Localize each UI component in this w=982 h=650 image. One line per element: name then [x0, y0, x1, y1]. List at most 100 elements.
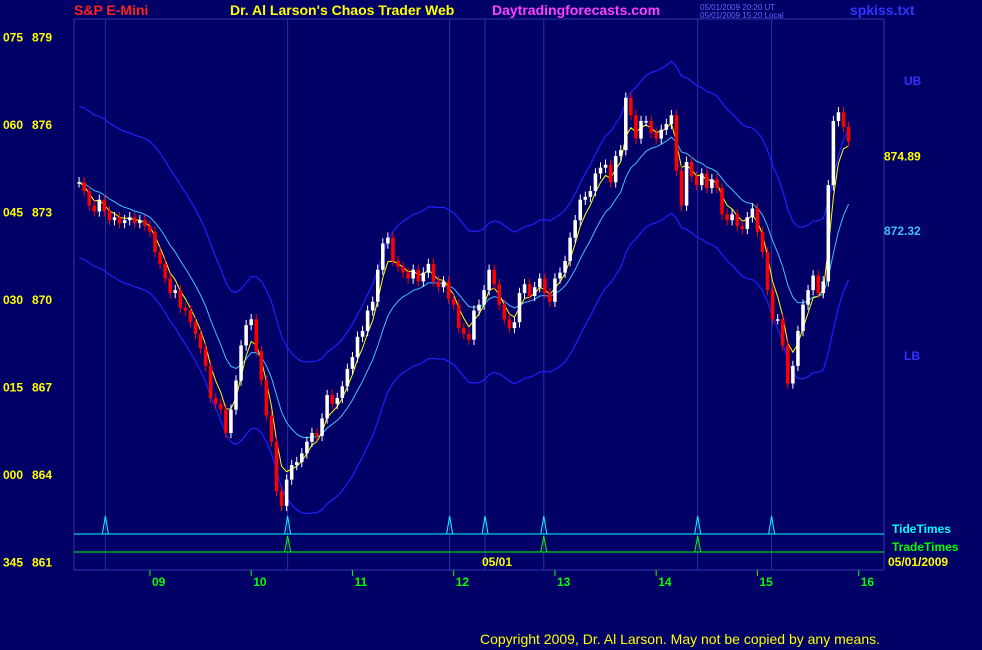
candle-body-41: [284, 479, 289, 506]
candle-body-25: [203, 348, 208, 366]
candle-body-21: [183, 307, 188, 311]
symbol-title: S&P E-Mini: [74, 2, 149, 18]
candle-body-55: [355, 336, 360, 358]
candle-body-46: [310, 432, 314, 442]
date-marker-label: 05/01: [482, 555, 512, 569]
candle-body-19: [173, 290, 178, 294]
candle-body-99: [578, 199, 583, 221]
candle-body-33: [244, 325, 248, 346]
candle-body-138: [775, 319, 780, 321]
candle-body-151: [841, 112, 846, 127]
y-tick-value-2: 873: [32, 205, 52, 219]
site-title: Daytradingforecasts.com: [492, 2, 661, 18]
candle-body-131: [740, 225, 745, 229]
candle-body-126: [715, 179, 719, 189]
candle-body-142: [796, 330, 800, 366]
x-tick-label-5: 14: [658, 575, 672, 589]
candle-body-15: [153, 231, 157, 253]
candle-body-101: [588, 191, 593, 197]
candle-body-127: [720, 188, 724, 215]
candle-body-78: [472, 310, 476, 340]
date-right-label: 05/01/2009: [888, 555, 948, 569]
mid-price-label: 872.32: [884, 224, 921, 238]
candle-body-149: [831, 121, 836, 186]
candle-body-60: [381, 243, 385, 270]
x-tick-label-6: 15: [759, 575, 773, 589]
candle-body-59: [375, 269, 380, 302]
candle-body-137: [770, 290, 775, 320]
candle-body-113: [649, 121, 653, 133]
last-price-label: 874.89: [884, 149, 921, 163]
candle-body-23: [193, 322, 198, 334]
candle-body-116: [664, 123, 669, 130]
candle-body-105: [608, 164, 613, 183]
y-tick-value-6: 861: [32, 555, 52, 569]
candle-body-119: [679, 170, 684, 206]
candle-body-130: [735, 214, 739, 226]
candle-body-135: [760, 231, 765, 253]
slow-ma-line: [78, 136, 850, 439]
candle-body-77: [467, 333, 471, 340]
candle-body-107: [618, 150, 623, 157]
y-tick-left-2: 045: [3, 205, 23, 219]
candle-body-103: [598, 167, 603, 174]
candle-body-87: [517, 293, 522, 323]
candle-body-6: [107, 211, 112, 221]
candle-body-145: [811, 275, 815, 291]
candle-body-95: [558, 272, 562, 279]
ub-label: UB: [904, 74, 922, 88]
candle-body-28: [219, 403, 223, 410]
candle-body-152: [846, 126, 851, 142]
candle-body-40: [279, 491, 284, 506]
candle-body-1: [82, 182, 86, 192]
x-tick-label-4: 13: [557, 575, 571, 589]
y-tick-value-3: 870: [32, 293, 52, 307]
candle-body-108: [624, 97, 628, 151]
candle-body-9: [122, 220, 127, 224]
candle-body-139: [780, 319, 785, 346]
candle-body-81: [487, 269, 491, 291]
candle-body-68: [421, 272, 426, 282]
candle-body-69: [426, 263, 431, 273]
candle-body-90: [532, 287, 537, 296]
timestamp-local: 05/01/2009 15:20 Local: [700, 11, 784, 20]
candle-body-84: [502, 304, 507, 320]
candle-body-64: [401, 266, 405, 273]
candle-body-31: [234, 380, 238, 410]
candle-body-71: [436, 281, 441, 288]
candle-body-11: [132, 217, 137, 224]
candle-body-24: [198, 333, 203, 349]
candle-body-57: [365, 310, 370, 331]
candle-body-141: [791, 365, 795, 384]
candle-body-16: [158, 252, 162, 264]
candle-body-34: [249, 319, 253, 326]
candle-body-134: [755, 208, 760, 232]
y-tick-left-5: 000: [3, 468, 23, 482]
candle-body-44: [300, 453, 304, 463]
candle-body-109: [629, 97, 633, 116]
candle-body-39: [274, 441, 279, 492]
candles-layer: [77, 92, 851, 512]
candle-body-61: [386, 237, 390, 244]
candle-body-124: [705, 173, 709, 189]
candle-body-56: [360, 330, 365, 337]
candle-body-48: [320, 418, 324, 436]
candle-body-144: [806, 290, 810, 305]
candle-body-10: [127, 217, 132, 221]
y-tick-value-0: 879: [32, 30, 52, 44]
candle-body-85: [507, 319, 512, 329]
candle-body-17: [163, 263, 167, 279]
candle-body-128: [725, 214, 729, 221]
chart-svg: 075 879 060 876 045 873 030 870 015 867 000 864 345 8…: [3, 18, 959, 589]
trade-times-label: TradeTimes: [892, 540, 959, 554]
candle-body-13: [143, 220, 147, 226]
lb-label: LB: [904, 349, 920, 363]
chart-stage: { "header": { "symbol": "S&P E-Mini", "t…: [0, 0, 982, 650]
y-tick-left-6: 345: [3, 555, 23, 569]
candle-body-111: [639, 121, 643, 139]
candle-body-50: [330, 395, 334, 404]
candle-body-96: [563, 260, 567, 273]
candle-body-129: [730, 214, 734, 221]
x-tick-label-0: 09: [152, 575, 166, 589]
candle-body-92: [543, 278, 547, 294]
